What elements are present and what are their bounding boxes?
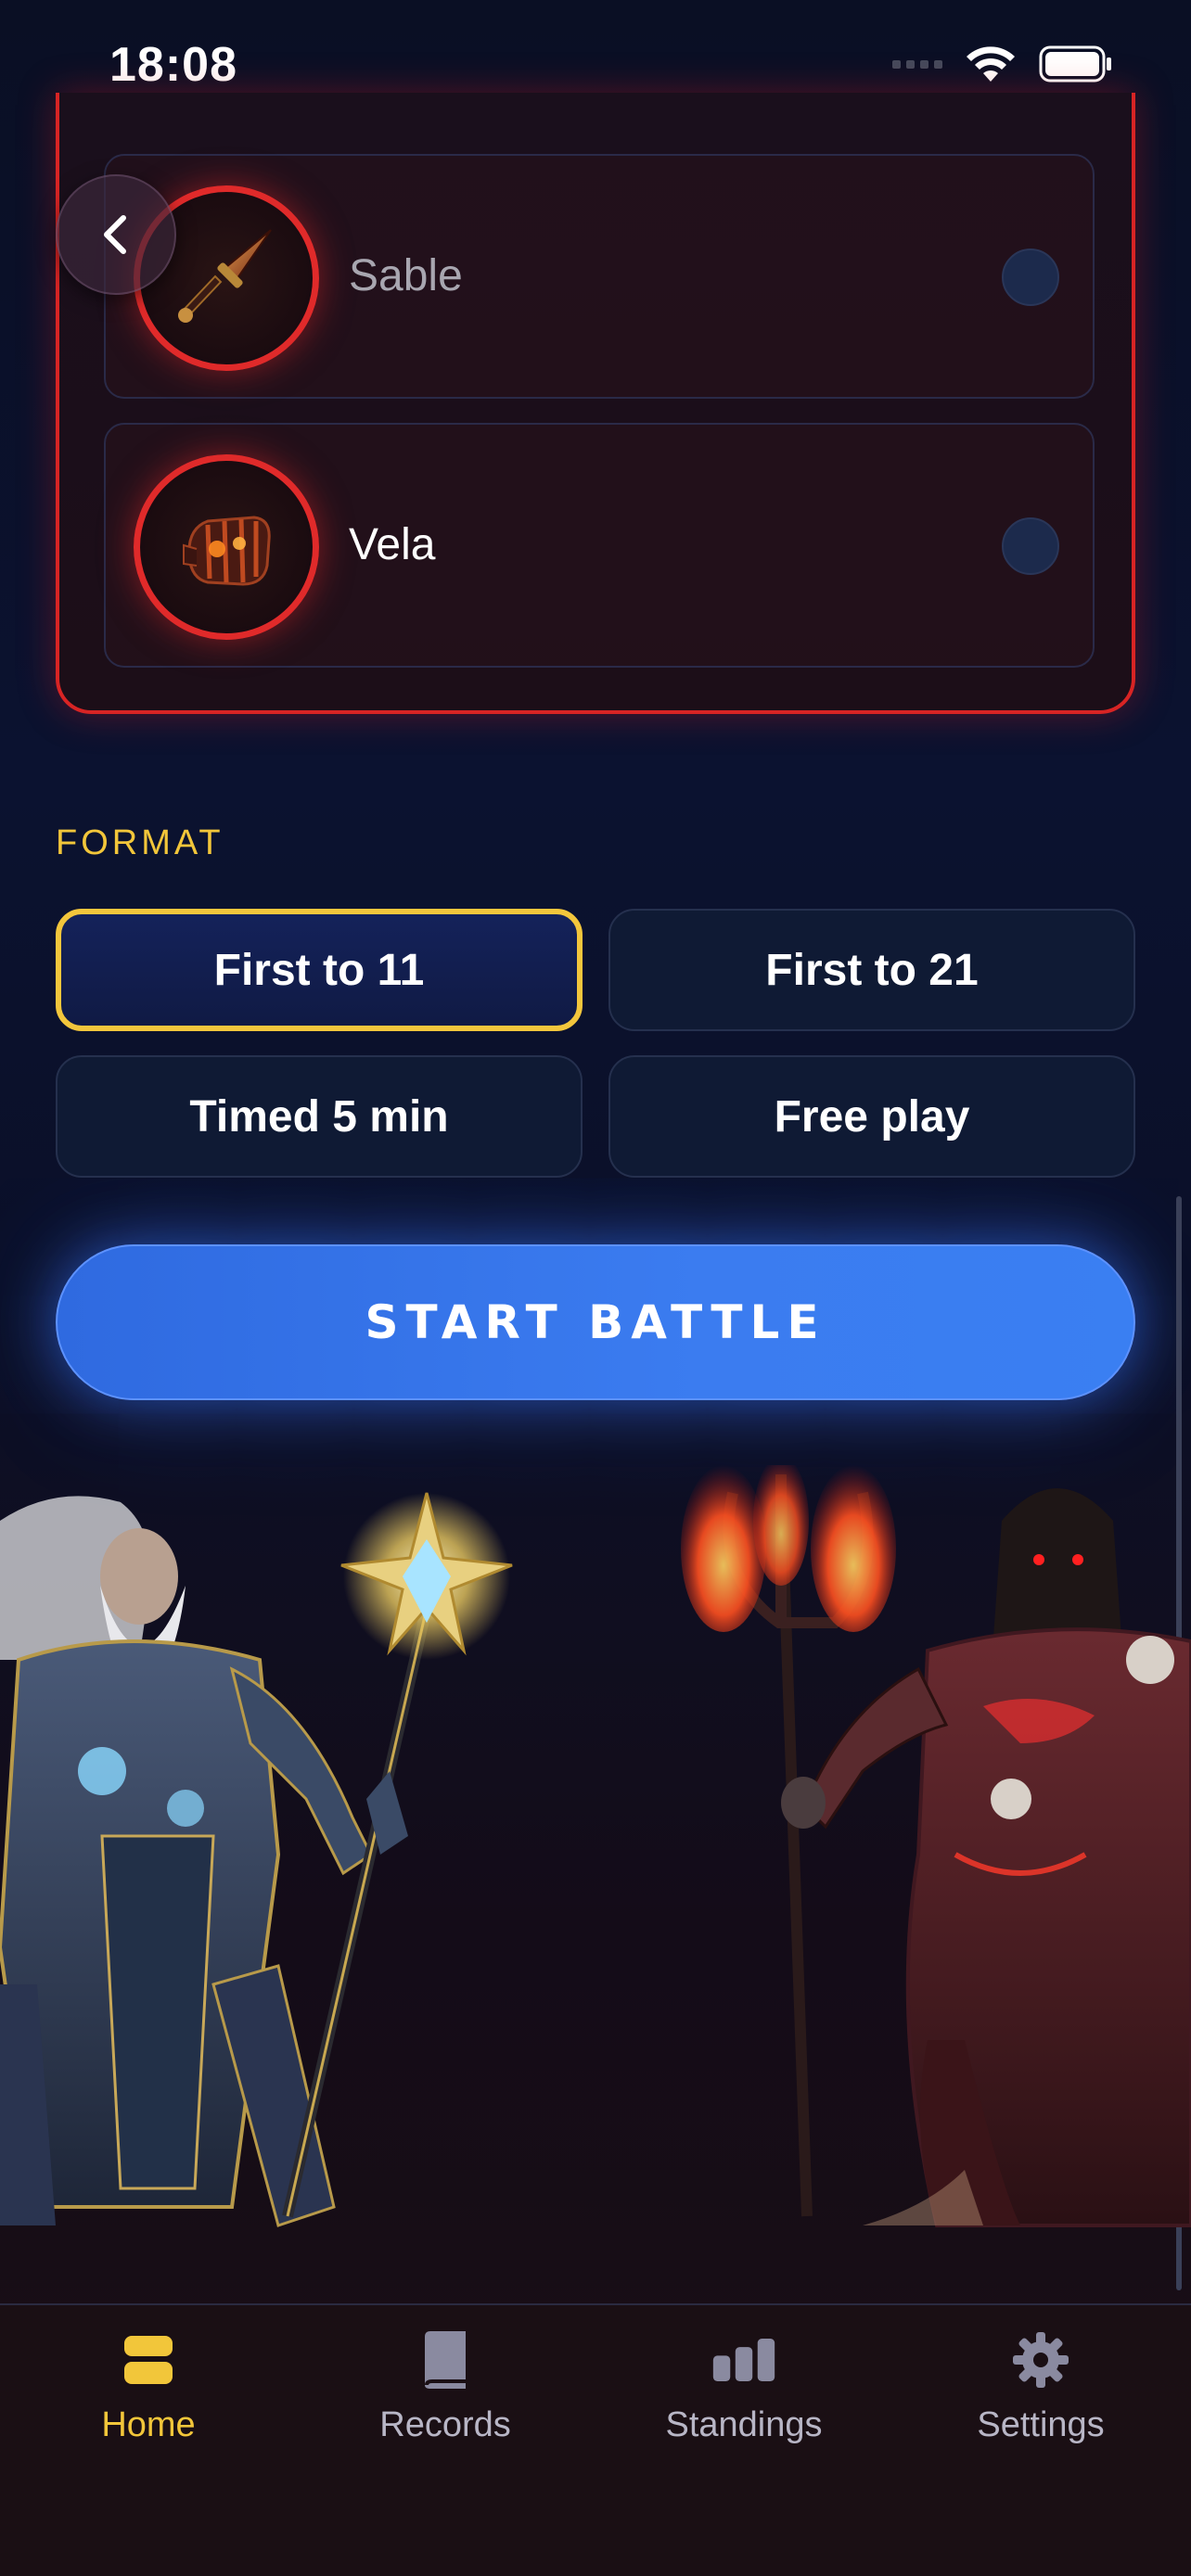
dagger-icon [178,229,272,323]
status-icons [892,45,1113,83]
wifi-icon [967,46,1015,82]
gear-icon [1008,2327,1073,2392]
hero-artwork [0,1465,1191,2303]
tab-label: Standings [665,2405,823,2444]
tab-label: Settings [977,2405,1105,2444]
bar-chart-icon [711,2327,776,2392]
player-name: Vela [349,520,436,569]
format-first-to-11-button[interactable]: First to 11 [56,909,583,1031]
tab-label: Records [379,2405,511,2444]
start-battle-button[interactable]: START BATTLE [56,1244,1135,1400]
format-free-play-button[interactable]: Free play [608,1055,1135,1178]
player-select-radio[interactable] [1002,249,1059,306]
back-button[interactable] [56,174,176,295]
tab-settings[interactable]: Settings [920,2327,1161,2476]
format-first-to-21-button[interactable]: First to 21 [608,909,1135,1031]
cellular-signal-icon [892,59,942,69]
player-name: Sable [349,251,463,300]
status-time: 18:08 [109,38,237,92]
tab-standings[interactable]: Standings [623,2327,864,2476]
team-card: Sable Vela [56,93,1135,714]
player-avatar [134,454,319,640]
player-row-vela[interactable]: Vela [104,423,1095,668]
hero-illustration [0,1465,1191,2227]
battery-icon [1039,45,1111,83]
home-icon [116,2327,181,2392]
format-timed-5-min-button[interactable]: Timed 5 min [56,1055,583,1178]
tab-records[interactable]: Records [325,2327,566,2476]
tab-home[interactable]: Home [28,2327,269,2476]
chevron-left-icon [104,215,126,254]
tab-label: Home [101,2405,196,2444]
tab-bar: Home Records Standings Settings [0,2303,1191,2576]
book-icon [413,2327,478,2392]
format-section-label: FORMAT [56,823,224,862]
player-row-sable[interactable]: Sable [104,154,1095,399]
player-select-radio[interactable] [1002,517,1059,575]
wizard-hero [0,1492,513,2227]
demon-hero [681,1465,1191,2227]
gauntlet-icon [183,516,271,586]
